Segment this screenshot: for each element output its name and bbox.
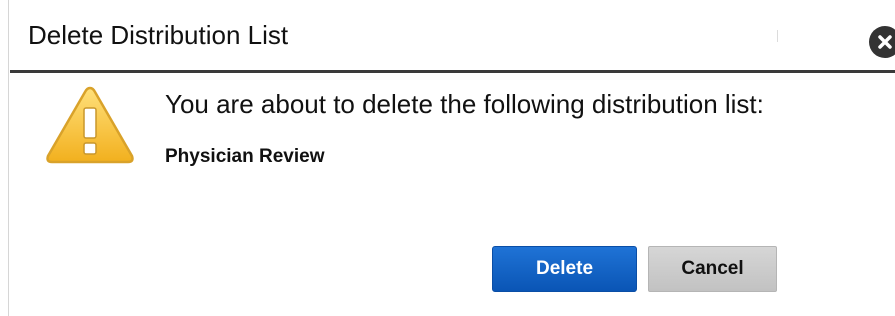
delete-button[interactable]: Delete	[492, 246, 637, 292]
dialog-title: Delete Distribution List	[28, 20, 289, 50]
distribution-list-name: Physician Review	[165, 146, 325, 167]
close-x-glyph	[878, 35, 892, 49]
confirmation-message: You are about to delete the following di…	[165, 89, 764, 119]
cancel-button[interactable]: Cancel	[648, 246, 777, 292]
dialog-titlebar: Delete Distribution List	[0, 0, 895, 70]
close-icon[interactable]	[869, 26, 895, 58]
warning-icon	[44, 84, 136, 166]
delete-distribution-list-dialog: Delete Distribution List You are about t…	[0, 0, 895, 316]
titlebar-divider	[777, 30, 778, 42]
title-separator	[10, 70, 895, 73]
